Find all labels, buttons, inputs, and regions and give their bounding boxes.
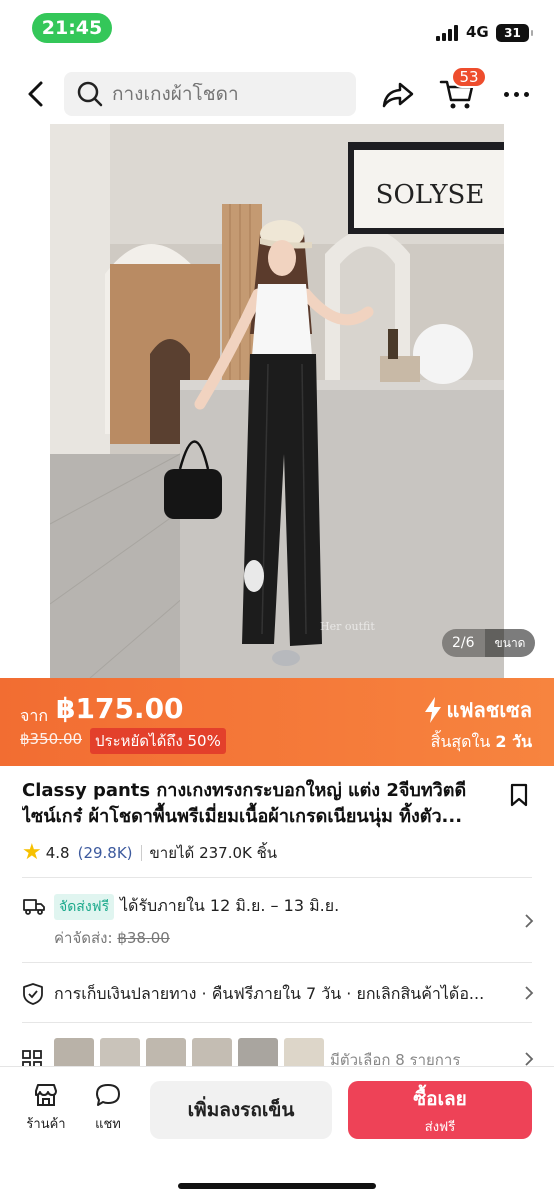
variant-thumbnail[interactable] [238,1038,278,1066]
shipping-row[interactable]: จัดส่งฟรี ได้รับภายใน 12 มิ.ย. – 13 มิ.ย… [0,880,554,962]
search-input[interactable] [112,83,332,105]
status-bar: 21:45 4G 31 [0,0,554,58]
more-dot [503,91,509,97]
top-nav: 53 [0,62,554,124]
search-icon [77,81,103,107]
variant-thumbnail[interactable] [146,1038,186,1066]
status-time: 21:45 [32,13,112,43]
signal-icon [436,25,458,41]
variant-thumbnail[interactable] [54,1038,94,1066]
more-button[interactable] [498,84,534,104]
variant-thumbnail[interactable] [100,1038,140,1066]
chevron-right-icon [525,914,534,928]
image-counter-text: 2/6 [452,635,475,651]
bookmark-button[interactable] [506,782,532,808]
buy-now-label: ซื้อเลย [413,1087,467,1110]
chevron-left-icon [28,81,43,107]
variant-thumbnail[interactable] [192,1038,232,1066]
variants-count-text: มีตัวเลือก 8 รายการ [330,1051,461,1066]
image-counter: 2/6 ขนาด [442,629,536,657]
store-icon [35,1084,57,1106]
variant-thumbnail[interactable] [284,1038,324,1066]
search-bar[interactable] [64,72,356,116]
battery-icon: 31 [496,24,533,42]
cart-badge: 53 [451,66,487,88]
product-photo[interactable]: SOLYSE Her outfit [50,124,504,678]
divider [140,844,142,861]
share-icon [382,82,414,108]
shipping-fee-label: ค่าจัดส่ง: [54,929,113,947]
lightning-icon [425,697,442,723]
chat-label: แชท [95,1117,121,1132]
variants-row[interactable]: มีตัวเลือก 8 รายการ [0,1030,554,1066]
shop-button[interactable]: ร้านค้า [16,1081,76,1134]
shipping-fee: ค่าจัดส่ง: ฿38.00 [54,926,170,950]
services-row[interactable]: การเก็บเงินปลายทาง · คืนฟรีภายใน 7 วัน ·… [0,964,554,1022]
sold-count: ขายได้ 237.0K ชิ้น [149,843,278,862]
savings-badge: ประหยัดได้ถึง 50% [90,728,226,754]
shield-check-icon [23,983,43,1005]
product-title: Classy pants กางเกงทรงกระบอกใหญ่ แต่ง 2จ… [22,780,467,827]
divider [22,962,532,963]
store-sign-text: SOLYSE [376,180,485,210]
shop-label: ร้านค้า [26,1117,66,1132]
sale-price: ฿175.00 [56,692,184,725]
divider [22,877,532,878]
chevron-right-icon [525,986,534,1000]
star-icon: ★ [22,840,42,865]
grid-icon [22,1050,42,1066]
network-type: 4G [466,23,489,41]
flash-sale-banner[interactable]: จาก ฿175.00 ฿350.00 ประหยัดได้ถึง 50% แฟ… [0,678,554,766]
share-button[interactable] [380,76,416,112]
add-to-cart-button[interactable]: เพิ่มลงรถเข็น [150,1081,332,1139]
bookmark-icon [510,783,528,807]
photo-watermark: Her outfit [320,620,375,633]
bottom-action-bar: ร้านค้า แชท เพิ่มลงรถเข็น ซื้อเลย ส่งฟรี [0,1066,554,1200]
size-chart-label[interactable]: ขนาด [484,629,536,657]
chat-button[interactable]: แชท [78,1081,138,1134]
delivery-eta: ได้รับภายใน 12 มิ.ย. – 13 มิ.ย. [120,896,340,915]
services-text: การเก็บเงินปลายทาง · คืนฟรีภายใน 7 วัน ·… [54,984,485,1003]
flash-sale-label: แฟลชเซล [446,698,532,722]
home-indicator [178,1183,376,1189]
rating-value: 4.8 [45,843,70,862]
chevron-right-icon [525,1052,534,1066]
truck-icon [23,899,45,915]
free-shipping-tag: จัดส่งฟรี [54,894,115,920]
divider [22,1022,532,1023]
back-button[interactable] [18,76,54,112]
more-dot [523,91,529,97]
ends-prefix: สิ้นสุดใน [430,732,491,751]
original-price: ฿350.00 [20,730,83,748]
rating-row[interactable]: ★ 4.8 (29.8K) ขายได้ 237.0K ชิ้น [22,840,277,865]
shipping-fee-original: ฿38.00 [117,929,170,947]
more-dot [513,91,519,97]
chat-icon [96,1084,120,1106]
product-gallery[interactable]: SOLYSE Her outfit 2/6 ขนาด [0,124,554,678]
product-photo-illustration: SOLYSE Her outfit [50,124,504,678]
buy-now-sublabel: ส่งฟรี [424,1119,456,1135]
rating-count[interactable]: (29.8K) [78,844,133,862]
flash-sale-title: แฟลชเซล [424,694,532,726]
buy-now-button[interactable]: ซื้อเลย ส่งฟรี [348,1081,532,1139]
ends-value: 2 วัน [495,732,532,751]
price-from-label: จาก [20,706,49,725]
flash-sale-countdown: สิ้นสุดใน 2 วัน [431,730,532,755]
